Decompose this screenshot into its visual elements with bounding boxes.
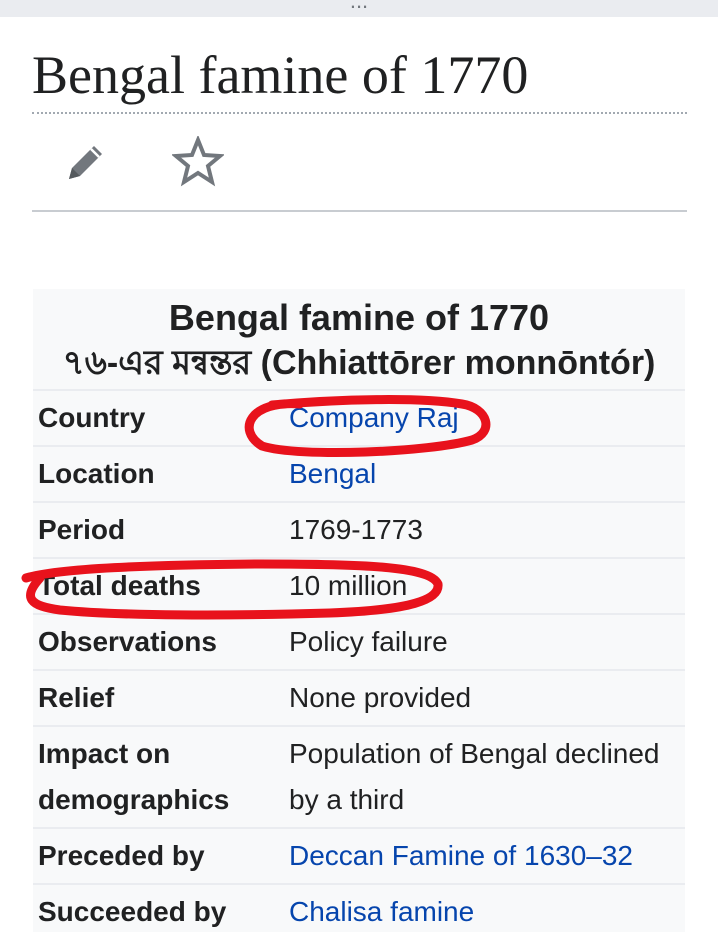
row-label: Period [38, 514, 126, 545]
row-value: Policy failure [289, 626, 448, 657]
row-value: 1769-1773 [289, 514, 423, 545]
infobox-row-preceded-by: Preceded by Deccan Famine of 1630–32 [33, 829, 685, 885]
top-bar-text: ... [349, 0, 369, 13]
infobox-row-observations: Observations Policy failure [33, 615, 685, 671]
row-label: Total deaths [38, 570, 201, 601]
row-value: Population of Bengal declined by a third [289, 738, 660, 815]
preceded-by-link[interactable]: Deccan Famine of 1630–32 [289, 829, 685, 883]
infobox-row-succeeded-by: Succeeded by Chalisa famine [33, 885, 685, 932]
infobox-native-name: ৭৬-এর মন্বন্তর (Chhiattōrer monnōntór) [62, 344, 656, 382]
page-title: Bengal famine of 1770 [32, 45, 529, 105]
title-divider [32, 112, 687, 114]
row-value: 10 million [289, 570, 408, 601]
row-label: Location [38, 458, 155, 489]
row-label: Impact on demographics [38, 738, 230, 815]
top-bar: ... [0, 0, 718, 17]
pencil-icon[interactable] [58, 134, 114, 190]
infobox-row-period: Period 1769-1773 [33, 503, 685, 559]
infobox-caption: Bengal famine of 1770 ৭৬-এর মন্বন্তর (Ch… [33, 289, 685, 391]
infobox: Bengal famine of 1770 ৭৬-এর মন্বন্তর (Ch… [33, 289, 685, 932]
infobox-title: Bengal famine of 1770 [168, 297, 550, 338]
infobox-row-location: Location Bengal [33, 447, 685, 503]
infobox-row-country: Country Company Raj [33, 391, 685, 447]
row-value: None provided [289, 682, 472, 713]
row-label: Succeeded by [38, 896, 227, 927]
country-link[interactable]: Company Raj [289, 391, 685, 445]
row-label: Relief [38, 682, 115, 713]
infobox-row-relief: Relief None provided [33, 671, 685, 727]
star-icon[interactable] [170, 134, 226, 190]
row-label: Observations [38, 626, 217, 657]
location-link[interactable]: Bengal [289, 447, 685, 501]
row-label: Preceded by [38, 840, 205, 871]
infobox-row-total-deaths: Total deaths 10 million [33, 559, 685, 615]
row-label: Country [38, 402, 146, 433]
succeeded-by-link[interactable]: Chalisa famine [289, 885, 685, 932]
infobox-row-impact: Impact on demographics Population of Ben… [33, 727, 685, 829]
actions-divider [32, 210, 687, 212]
